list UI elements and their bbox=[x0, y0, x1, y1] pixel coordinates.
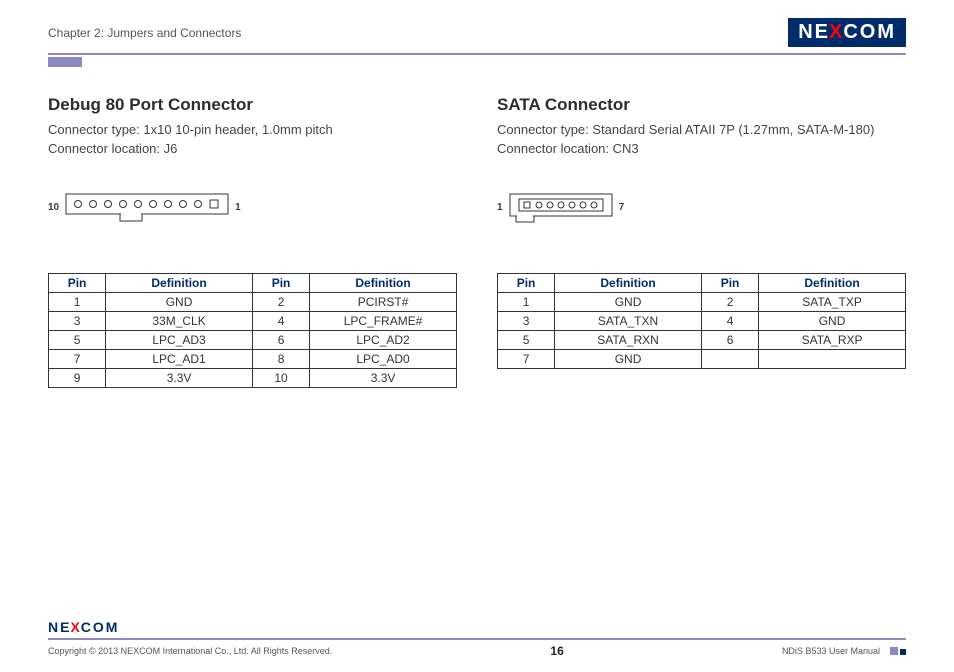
table-row: 333M_CLK4LPC_FRAME# bbox=[49, 311, 457, 330]
sata-pin-table: Pin Definition Pin Definition 1GND2SATA_… bbox=[497, 273, 906, 369]
th-pin: Pin bbox=[498, 273, 555, 292]
brand-logo: NEXCOM bbox=[788, 18, 906, 47]
table-header-row: Pin Definition Pin Definition bbox=[498, 273, 906, 292]
brand-text-right: COM bbox=[843, 21, 896, 44]
table-row: 3SATA_TXN4GND bbox=[498, 311, 906, 330]
brand-text-left: NE bbox=[798, 21, 830, 44]
debug-connector-svg bbox=[65, 193, 229, 223]
header-rule bbox=[48, 53, 906, 55]
right-conn-type: Connector type: Standard Serial ATAII 7P… bbox=[497, 121, 906, 140]
footer-row: Copyright © 2013 NEXCOM International Co… bbox=[48, 644, 906, 658]
footer-brand-logo: NEXCOM bbox=[48, 619, 119, 635]
sata-connector-svg bbox=[509, 193, 613, 223]
manual-name: NDiS B533 User Manual bbox=[782, 646, 880, 656]
right-title: SATA Connector bbox=[497, 95, 906, 115]
th-pin: Pin bbox=[701, 273, 758, 292]
table-row: 5SATA_RXN6SATA_RXP bbox=[498, 330, 906, 349]
th-def: Definition bbox=[310, 273, 457, 292]
table-row: 7GND bbox=[498, 349, 906, 368]
table-row: 1GND2SATA_TXP bbox=[498, 292, 906, 311]
left-conn-type: Connector type: 1x10 10-pin header, 1.0m… bbox=[48, 121, 457, 140]
copyright-text: Copyright © 2013 NEXCOM International Co… bbox=[48, 646, 332, 656]
right-conn-loc: Connector location: CN3 bbox=[497, 140, 906, 159]
right-subtitle: Connector type: Standard Serial ATAII 7P… bbox=[497, 121, 906, 159]
chapter-label: Chapter 2: Jumpers and Connectors bbox=[48, 26, 241, 40]
page-header: Chapter 2: Jumpers and Connectors NEXCOM bbox=[48, 18, 906, 47]
footer-rule bbox=[48, 638, 906, 640]
left-conn-loc: Connector location: J6 bbox=[48, 140, 457, 159]
th-pin: Pin bbox=[252, 273, 309, 292]
table-header-row: Pin Definition Pin Definition bbox=[49, 273, 457, 292]
pin-label-1: 1 bbox=[497, 202, 503, 213]
table-row: 93.3V103.3V bbox=[49, 368, 457, 387]
right-column: SATA Connector Connector type: Standard … bbox=[497, 95, 906, 388]
th-def: Definition bbox=[759, 273, 906, 292]
pin-label-7: 7 bbox=[619, 202, 625, 213]
brand-text-x: X bbox=[829, 21, 844, 44]
left-column: Debug 80 Port Connector Connector type: … bbox=[48, 95, 457, 388]
sata-connector-diagram: 1 7 bbox=[497, 193, 906, 223]
debug-connector-diagram: 10 1 bbox=[48, 193, 457, 223]
table-row: 1GND2PCIRST# bbox=[49, 292, 457, 311]
header-stub bbox=[48, 57, 82, 67]
table-row: 7LPC_AD18LPC_AD0 bbox=[49, 349, 457, 368]
footer-squares-icon bbox=[890, 647, 906, 655]
left-subtitle: Connector type: 1x10 10-pin header, 1.0m… bbox=[48, 121, 457, 159]
pin-label-1: 1 bbox=[235, 202, 241, 213]
pin-label-10: 10 bbox=[48, 202, 59, 213]
debug-pin-table: Pin Definition Pin Definition 1GND2PCIRS… bbox=[48, 273, 457, 388]
th-def: Definition bbox=[106, 273, 253, 292]
page-number: 16 bbox=[550, 644, 563, 658]
left-title: Debug 80 Port Connector bbox=[48, 95, 457, 115]
th-pin: Pin bbox=[49, 273, 106, 292]
table-row: 5LPC_AD36LPC_AD2 bbox=[49, 330, 457, 349]
page-footer: NEXCOM Copyright © 2013 NEXCOM Internati… bbox=[48, 619, 906, 658]
content-columns: Debug 80 Port Connector Connector type: … bbox=[48, 95, 906, 388]
th-def: Definition bbox=[555, 273, 702, 292]
